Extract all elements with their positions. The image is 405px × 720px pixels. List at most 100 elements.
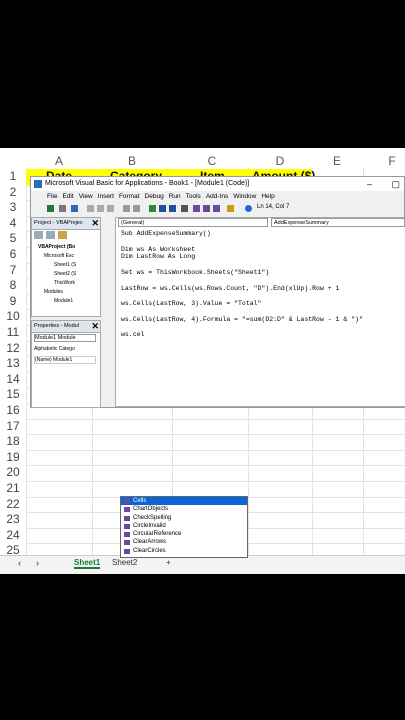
col-header-a[interactable]: A: [52, 154, 66, 168]
procedure-dropdown[interactable]: AddExpenseSummary: [271, 218, 405, 227]
menu-item[interactable]: Format: [119, 193, 140, 200]
row-header[interactable]: 4: [0, 216, 26, 230]
object-dropdown[interactable]: (General): [118, 218, 268, 227]
row-header[interactable]: 2: [0, 185, 26, 199]
row-header[interactable]: 6: [0, 247, 26, 261]
code-line[interactable]: LastRow = ws.Cells(ws.Rows.Count, "D").E…: [121, 285, 339, 292]
tree-sheet1[interactable]: Sheet1 (S: [54, 262, 76, 268]
row-header[interactable]: 20: [0, 465, 26, 479]
code-line[interactable]: Dim LastRow As Long: [121, 253, 195, 260]
toggle-folders-icon[interactable]: [58, 231, 67, 239]
view-object-icon[interactable]: [46, 231, 55, 239]
autocomplete-item[interactable]: ChartObjects: [121, 505, 247, 513]
col-header-b[interactable]: B: [125, 154, 139, 168]
reset-icon[interactable]: [169, 205, 176, 212]
menu-item[interactable]: Debug: [145, 193, 164, 200]
autocomplete-item[interactable]: ClearCircles: [121, 547, 247, 555]
properties-tabs[interactable]: Alphabetic Catego: [34, 346, 75, 352]
menu-item[interactable]: Tools: [186, 193, 201, 200]
row-header[interactable]: 3: [0, 200, 26, 214]
row-header[interactable]: 7: [0, 263, 26, 277]
autocomplete-item[interactable]: Cells: [121, 497, 247, 506]
insert-module-icon[interactable]: [59, 205, 66, 212]
next-sheet-icon[interactable]: ›: [36, 558, 39, 568]
tree-sheet2[interactable]: Sheet2 (S: [54, 271, 76, 277]
empty-row[interactable]: [26, 450, 405, 467]
maximize-icon[interactable]: ▢: [391, 177, 400, 191]
row-header[interactable]: 1: [0, 169, 26, 183]
property-name-row[interactable]: (Name) Module1: [34, 356, 96, 364]
object-browser-icon[interactable]: [213, 205, 220, 212]
menu-item[interactable]: Run: [169, 193, 181, 200]
break-icon[interactable]: [159, 205, 166, 212]
toolbox-icon[interactable]: [227, 205, 234, 212]
empty-row[interactable]: [26, 465, 405, 482]
tree-module1[interactable]: Module1: [54, 298, 73, 304]
empty-row[interactable]: [26, 419, 405, 436]
close-icon[interactable]: ✕: [91, 321, 99, 332]
menu-item[interactable]: Help: [261, 193, 274, 200]
help-icon[interactable]: [245, 205, 252, 212]
row-header[interactable]: 12: [0, 341, 26, 355]
code-line[interactable]: Sub AddExpenseSummary(): [121, 230, 211, 237]
row-header[interactable]: 5: [0, 231, 26, 245]
run-icon[interactable]: [149, 205, 156, 212]
row-header[interactable]: 15: [0, 387, 26, 401]
tree-thisworkbook[interactable]: ThisWork: [54, 280, 75, 286]
tab-sheet2[interactable]: Sheet2: [112, 558, 137, 567]
row-header[interactable]: 10: [0, 309, 26, 323]
autocomplete-item[interactable]: ClearArrows: [121, 538, 247, 546]
row-header[interactable]: 17: [0, 419, 26, 433]
row-header[interactable]: 9: [0, 294, 26, 308]
code-line[interactable]: Dim ws As Worksheet: [121, 246, 195, 253]
col-header-d[interactable]: D: [273, 154, 287, 168]
close-icon[interactable]: ✕: [91, 218, 99, 229]
tree-modules[interactable]: Modules: [44, 289, 63, 295]
row-header[interactable]: 23: [0, 512, 26, 526]
cut-icon[interactable]: [87, 205, 94, 212]
code-line[interactable]: Set ws = ThisWorkbook.Sheets("Sheet1"): [121, 269, 269, 276]
menu-item[interactable]: Edit: [62, 193, 73, 200]
col-header-c[interactable]: C: [205, 154, 219, 168]
col-header-f[interactable]: F: [385, 154, 399, 168]
undo-icon[interactable]: [123, 205, 130, 212]
excel-icon[interactable]: [47, 205, 54, 212]
empty-row[interactable]: [26, 434, 405, 451]
paste-icon[interactable]: [107, 205, 114, 212]
row-header[interactable]: 16: [0, 403, 26, 417]
menu-item[interactable]: File: [47, 193, 57, 200]
prev-sheet-icon[interactable]: ‹: [18, 558, 21, 568]
autocomplete-item[interactable]: CircularReference: [121, 530, 247, 538]
save-icon[interactable]: [71, 205, 78, 212]
menu-item[interactable]: Add-Ins: [206, 193, 228, 200]
row-header[interactable]: 13: [0, 356, 26, 370]
tree-excel-objects[interactable]: Microsoft Exc: [44, 253, 74, 259]
row-header[interactable]: 22: [0, 497, 26, 511]
tree-vbaproject[interactable]: VBAProject (Bo: [38, 244, 75, 250]
copy-icon[interactable]: [97, 205, 104, 212]
code-line[interactable]: ws.Cells(LastRow, 3).Value = "Total": [121, 300, 261, 307]
menu-item[interactable]: Insert: [98, 193, 114, 200]
project-explorer-icon[interactable]: [193, 205, 200, 212]
row-header[interactable]: 14: [0, 372, 26, 386]
autocomplete-item[interactable]: CheckSpelling: [121, 514, 247, 522]
code-window[interactable]: (General) AddExpenseSummary Sub AddExpen…: [115, 217, 405, 407]
minimize-icon[interactable]: –: [367, 177, 372, 191]
properties-object-select[interactable]: Module1 Module: [34, 334, 96, 342]
code-line[interactable]: ws.cel: [121, 331, 144, 338]
view-code-icon[interactable]: [34, 231, 43, 239]
tab-sheet1[interactable]: Sheet1: [74, 558, 101, 569]
properties-icon[interactable]: [203, 205, 210, 212]
menu-item[interactable]: View: [79, 193, 93, 200]
autocomplete-item[interactable]: CircleInvalid: [121, 522, 247, 530]
row-header[interactable]: 8: [0, 278, 26, 292]
row-header[interactable]: 11: [0, 325, 26, 339]
col-header-e[interactable]: E: [330, 154, 344, 168]
row-header[interactable]: 24: [0, 528, 26, 542]
row-header[interactable]: 19: [0, 450, 26, 464]
row-header[interactable]: 18: [0, 434, 26, 448]
add-sheet-button[interactable]: +: [166, 558, 171, 567]
row-header[interactable]: 21: [0, 481, 26, 495]
design-mode-icon[interactable]: [181, 205, 188, 212]
menu-item[interactable]: Window: [233, 193, 256, 200]
